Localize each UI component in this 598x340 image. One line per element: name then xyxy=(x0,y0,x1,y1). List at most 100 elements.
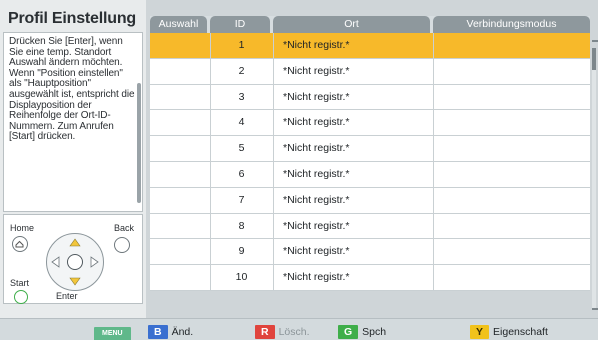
dpad-icon xyxy=(46,233,104,291)
cell-verbindungsmodus xyxy=(433,265,590,290)
menu-key[interactable]: MENU xyxy=(94,325,135,340)
table-row[interactable]: 10 *Nicht registr.* xyxy=(150,265,590,291)
cell-id: 3 xyxy=(238,90,245,103)
cell-auswahl xyxy=(150,239,210,264)
bottom-key-bar: MENU B Änd. R Lösch. G Spch Y Eigenschaft xyxy=(0,318,598,340)
cell-id: 9 xyxy=(238,245,245,258)
help-scrollbar[interactable] xyxy=(137,83,141,203)
column-divider xyxy=(273,84,274,110)
cell-ort: *Nicht registr.* xyxy=(283,90,350,103)
enter-label: Enter xyxy=(56,291,78,301)
start-button-icon xyxy=(14,290,28,304)
cell-id: 7 xyxy=(238,193,245,206)
cell-ort: *Nicht registr.* xyxy=(283,142,350,155)
yellow-badge: Y xyxy=(470,325,490,339)
table-row[interactable]: 1 *Nicht registr.* xyxy=(150,33,590,59)
column-divider xyxy=(273,33,274,58)
cell-auswahl xyxy=(150,188,210,213)
cell-ort: *Nicht registr.* xyxy=(283,219,350,232)
help-box: Drücken Sie [Enter], wenn Sie eine temp.… xyxy=(3,32,143,212)
cell-auswahl xyxy=(150,136,210,161)
cell-auswahl xyxy=(150,110,210,135)
table-row[interactable]: 6 *Nicht registr.* xyxy=(150,161,590,188)
cell-verbindungsmodus xyxy=(433,239,590,264)
save-key[interactable]: G Spch xyxy=(338,325,386,339)
column-divider xyxy=(433,33,434,58)
left-panel: Profil Einstellung Drücken Sie [Enter], … xyxy=(0,0,146,318)
column-divider xyxy=(433,161,434,187)
column-divider xyxy=(273,265,274,290)
table-body: 1 *Nicht registr.* 2 *Nicht registr.* 3 *Nich… xyxy=(150,33,590,291)
cell-auswahl xyxy=(150,33,210,58)
cell-auswahl xyxy=(150,265,210,290)
help-text: Drücken Sie [Enter], wenn Sie eine temp.… xyxy=(9,36,135,143)
back-label: Back xyxy=(114,223,135,233)
cell-auswahl xyxy=(150,85,210,110)
table-row[interactable]: 7 *Nicht registr.* xyxy=(150,187,590,214)
edit-label: Änd. xyxy=(171,326,194,338)
column-divider xyxy=(273,213,274,239)
column-divider xyxy=(210,213,211,239)
scroll-up-marker xyxy=(592,40,598,42)
cell-verbindungsmodus xyxy=(433,59,590,84)
column-divider xyxy=(273,58,274,84)
column-divider xyxy=(433,239,434,265)
cell-ort: *Nicht registr.* xyxy=(283,271,350,284)
scrollbar-thumb[interactable] xyxy=(592,48,596,70)
col-ort-header: Ort xyxy=(273,16,430,33)
column-divider xyxy=(433,58,434,84)
properties-key[interactable]: Y Eigenschaft xyxy=(470,325,548,339)
delete-key[interactable]: R Lösch. xyxy=(255,325,310,339)
page-title: Profil Einstellung xyxy=(8,10,136,27)
table-row[interactable]: 9 *Nicht registr.* xyxy=(150,239,590,266)
column-divider xyxy=(433,265,434,290)
column-divider xyxy=(433,213,434,239)
table-row[interactable]: 2 *Nicht registr.* xyxy=(150,58,590,85)
table-row[interactable]: 3 *Nicht registr.* xyxy=(150,84,590,111)
cell-ort: *Nicht registr.* xyxy=(283,64,350,77)
cell-auswahl xyxy=(150,162,210,187)
column-divider xyxy=(433,110,434,136)
menu-badge: MENU xyxy=(94,327,131,340)
column-divider xyxy=(273,110,274,136)
cell-ort: *Nicht registr.* xyxy=(283,167,350,180)
cell-auswahl xyxy=(150,59,210,84)
home-label: Home xyxy=(10,223,35,233)
house-icon xyxy=(15,240,24,248)
arrow-down-icon xyxy=(68,277,81,286)
arrow-left-icon xyxy=(50,255,59,268)
delete-label: Lösch. xyxy=(278,326,310,338)
cell-ort: *Nicht registr.* xyxy=(283,116,350,129)
column-divider xyxy=(273,239,274,265)
cell-verbindungsmodus xyxy=(433,85,590,110)
cell-id: 1 xyxy=(238,39,245,51)
cell-id: 8 xyxy=(238,219,245,232)
cell-verbindungsmodus xyxy=(433,110,590,135)
home-button-icon xyxy=(12,236,28,252)
table-row[interactable]: 8 *Nicht registr.* xyxy=(150,213,590,240)
table-row[interactable]: 5 *Nicht registr.* xyxy=(150,136,590,162)
table-row[interactable]: 4 *Nicht registr.* xyxy=(150,110,590,137)
location-table: Auswahl ID Ort Verbindungsmodus 1 *Nicht … xyxy=(150,16,590,291)
edit-key[interactable]: B Änd. xyxy=(148,325,193,339)
cell-ort: *Nicht registr.* xyxy=(283,245,350,258)
back-button-icon xyxy=(114,237,130,253)
column-divider xyxy=(210,84,211,110)
cell-verbindungsmodus xyxy=(433,136,590,161)
column-divider xyxy=(210,239,211,265)
scroll-down-marker xyxy=(592,308,598,310)
cell-id: 6 xyxy=(238,167,245,180)
column-divider xyxy=(273,187,274,213)
arrow-up-icon xyxy=(68,237,81,246)
enter-button-icon xyxy=(67,254,83,270)
arrow-right-icon xyxy=(90,255,99,268)
col-auswahl-header: Auswahl xyxy=(150,16,207,33)
column-divider xyxy=(210,161,211,187)
start-label: Start xyxy=(10,278,30,288)
cell-verbindungsmodus xyxy=(433,214,590,239)
col-id-header: ID xyxy=(210,16,270,33)
save-label: Spch xyxy=(362,326,387,338)
cell-id: 4 xyxy=(238,116,245,129)
red-badge: R xyxy=(255,325,275,339)
table-scrollbar[interactable] xyxy=(592,48,596,308)
